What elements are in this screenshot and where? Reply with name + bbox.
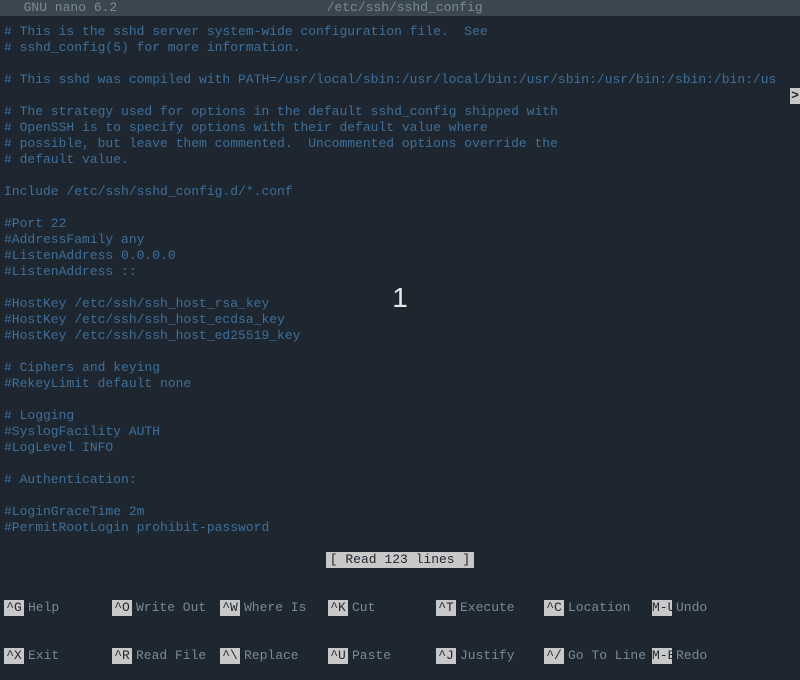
shortcut-item: ^/Go To Line xyxy=(544,648,652,664)
shortcut-item: ^GHelp xyxy=(4,600,112,616)
file-line[interactable]: # This sshd was compiled with PATH=/usr/… xyxy=(4,72,796,88)
file-line[interactable]: #LoginGraceTime 2m xyxy=(4,504,796,520)
file-line[interactable] xyxy=(4,456,796,472)
shortcut-key: ^K xyxy=(328,600,348,616)
file-line[interactable]: # This is the sshd server system-wide co… xyxy=(4,24,796,40)
status-bar: [ Read 123 lines ] xyxy=(0,552,800,568)
shortcut-label: Location xyxy=(564,600,652,616)
file-line[interactable] xyxy=(4,488,796,504)
shortcut-key: M-U xyxy=(652,600,672,616)
shortcut-key: ^U xyxy=(328,648,348,664)
file-line[interactable]: # OpenSSH is to specify options with the… xyxy=(4,120,796,136)
file-line[interactable] xyxy=(4,168,796,184)
file-path: /etc/ssh/sshd_config xyxy=(117,0,692,16)
file-line[interactable]: #PermitRootLogin prohibit-password xyxy=(4,520,796,536)
file-line[interactable]: # The strategy used for options in the d… xyxy=(4,104,796,120)
shortcut-label: Replace xyxy=(240,648,328,664)
editor-title-bar: GNU nano 6.2 /etc/ssh/sshd_config xyxy=(0,0,800,16)
file-line[interactable]: # sshd_config(5) for more information. xyxy=(4,40,796,56)
file-line[interactable] xyxy=(4,344,796,360)
shortcut-label: Exit xyxy=(24,648,112,664)
shortcut-item: ^JJustify xyxy=(436,648,544,664)
shortcut-item: ^\Replace xyxy=(220,648,328,664)
shortcut-item: ^XExit xyxy=(4,648,112,664)
file-line[interactable]: Include /etc/ssh/sshd_config.d/*.conf xyxy=(4,184,796,200)
app-name: GNU nano 6.2 xyxy=(8,0,117,16)
shortcut-row-2: ^XExit^RRead File^\Replace^UPaste^JJusti… xyxy=(4,648,796,664)
shortcut-key: ^X xyxy=(4,648,24,664)
shortcut-label: Justify xyxy=(456,648,544,664)
file-line[interactable]: #HostKey /etc/ssh/ssh_host_ed25519_key xyxy=(4,328,796,344)
file-line[interactable]: # Ciphers and keying xyxy=(4,360,796,376)
shortcut-item: ^TExecute xyxy=(436,600,544,616)
shortcut-key: ^R xyxy=(112,648,132,664)
shortcut-item: ^OWrite Out xyxy=(112,600,220,616)
overlay-number: 1 xyxy=(392,290,408,306)
shortcut-label: Redo xyxy=(672,648,720,664)
shortcut-item: ^RRead File xyxy=(112,648,220,664)
shortcut-key: ^T xyxy=(436,600,456,616)
shortcut-key: ^W xyxy=(220,600,240,616)
file-line[interactable] xyxy=(4,56,796,72)
shortcut-label: Undo xyxy=(672,600,720,616)
file-line[interactable]: # default value. xyxy=(4,152,796,168)
shortcut-label: Execute xyxy=(456,600,544,616)
shortcut-label: Read File xyxy=(132,648,220,664)
file-line[interactable]: #SyslogFacility AUTH xyxy=(4,424,796,440)
shortcut-item: ^KCut xyxy=(328,600,436,616)
status-message: [ Read 123 lines ] xyxy=(326,552,474,568)
shortcut-key: ^C xyxy=(544,600,564,616)
shortcut-label: Cut xyxy=(348,600,436,616)
file-line[interactable]: #LogLevel INFO xyxy=(4,440,796,456)
shortcut-label: Paste xyxy=(348,648,436,664)
file-line[interactable]: # Logging xyxy=(4,408,796,424)
shortcut-key: ^G xyxy=(4,600,24,616)
file-content-area[interactable]: # This is the sshd server system-wide co… xyxy=(0,16,800,536)
shortcut-label: Write Out xyxy=(132,600,220,616)
file-line[interactable] xyxy=(4,200,796,216)
shortcut-item: ^CLocation xyxy=(544,600,652,616)
shortcut-key: M-E xyxy=(652,648,672,664)
line-overflow-indicator: > xyxy=(790,88,800,104)
shortcut-item: ^UPaste xyxy=(328,648,436,664)
file-line[interactable] xyxy=(4,392,796,408)
shortcut-item: M-UUndo xyxy=(652,600,720,616)
shortcut-row-1: ^GHelp^OWrite Out^WWhere Is^KCut^TExecut… xyxy=(4,600,796,616)
file-line[interactable]: #AddressFamily any xyxy=(4,232,796,248)
file-line[interactable] xyxy=(4,88,796,104)
shortcut-label: Where Is xyxy=(240,600,328,616)
shortcut-label: Help xyxy=(24,600,112,616)
file-line[interactable]: #RekeyLimit default none xyxy=(4,376,796,392)
shortcut-key: ^J xyxy=(436,648,456,664)
file-line[interactable]: #HostKey /etc/ssh/ssh_host_ecdsa_key xyxy=(4,312,796,328)
shortcut-key: ^\ xyxy=(220,648,240,664)
file-line[interactable]: # possible, but leave them commented. Un… xyxy=(4,136,796,152)
file-line[interactable]: #Port 22 xyxy=(4,216,796,232)
file-line[interactable]: # Authentication: xyxy=(4,472,796,488)
file-line[interactable]: #ListenAddress :: xyxy=(4,264,796,280)
shortcut-key: ^O xyxy=(112,600,132,616)
shortcut-label: Go To Line xyxy=(564,648,652,664)
shortcut-help-bar: ^GHelp^OWrite Out^WWhere Is^KCut^TExecut… xyxy=(0,568,800,600)
shortcut-item: ^WWhere Is xyxy=(220,600,328,616)
file-line[interactable]: #ListenAddress 0.0.0.0 xyxy=(4,248,796,264)
shortcut-key: ^/ xyxy=(544,648,564,664)
shortcut-item: M-ERedo xyxy=(652,648,720,664)
